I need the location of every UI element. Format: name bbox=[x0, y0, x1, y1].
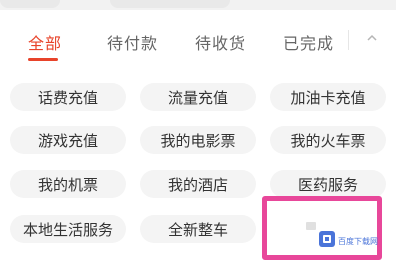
watermark-text: 百度下载网 bbox=[338, 237, 378, 246]
service-phone-recharge[interactable]: 话费充值 bbox=[10, 83, 126, 111]
faint-icon bbox=[306, 222, 316, 230]
highlight-frame bbox=[262, 196, 382, 260]
tab-divider bbox=[348, 30, 349, 50]
service-data-recharge[interactable]: 流量充值 bbox=[140, 83, 256, 111]
watermark-logo-icon bbox=[319, 231, 335, 247]
tab-completed[interactable]: 已完成 bbox=[283, 30, 334, 54]
service-fuel-card-recharge[interactable]: 加油卡充值 bbox=[270, 83, 386, 111]
service-hotels[interactable]: 我的酒店 bbox=[140, 170, 256, 198]
service-game-recharge[interactable]: 游戏充值 bbox=[10, 126, 126, 154]
tab-all[interactable]: 全部 bbox=[28, 30, 62, 54]
tab-pending-payment[interactable]: 待付款 bbox=[107, 30, 158, 54]
service-train-tickets[interactable]: 我的火车票 bbox=[270, 126, 386, 154]
chevron-up-icon[interactable] bbox=[366, 32, 378, 44]
service-local-life[interactable]: 本地生活服务 bbox=[10, 215, 126, 243]
tab-pending-receipt[interactable]: 待收货 bbox=[195, 30, 246, 54]
service-medicine[interactable]: 医药服务 bbox=[270, 170, 386, 198]
service-flight-tickets[interactable]: 我的机票 bbox=[10, 170, 126, 198]
service-movie-tickets[interactable]: 我的电影票 bbox=[140, 126, 256, 154]
service-new-car[interactable]: 全新整车 bbox=[140, 215, 256, 243]
top-strip-segment bbox=[0, 0, 60, 8]
top-strip bbox=[0, 0, 396, 10]
order-tabs: 全部 待付款 待收货 已完成 bbox=[0, 18, 396, 68]
top-strip-segment bbox=[110, 0, 230, 8]
active-tab-indicator bbox=[28, 58, 58, 61]
